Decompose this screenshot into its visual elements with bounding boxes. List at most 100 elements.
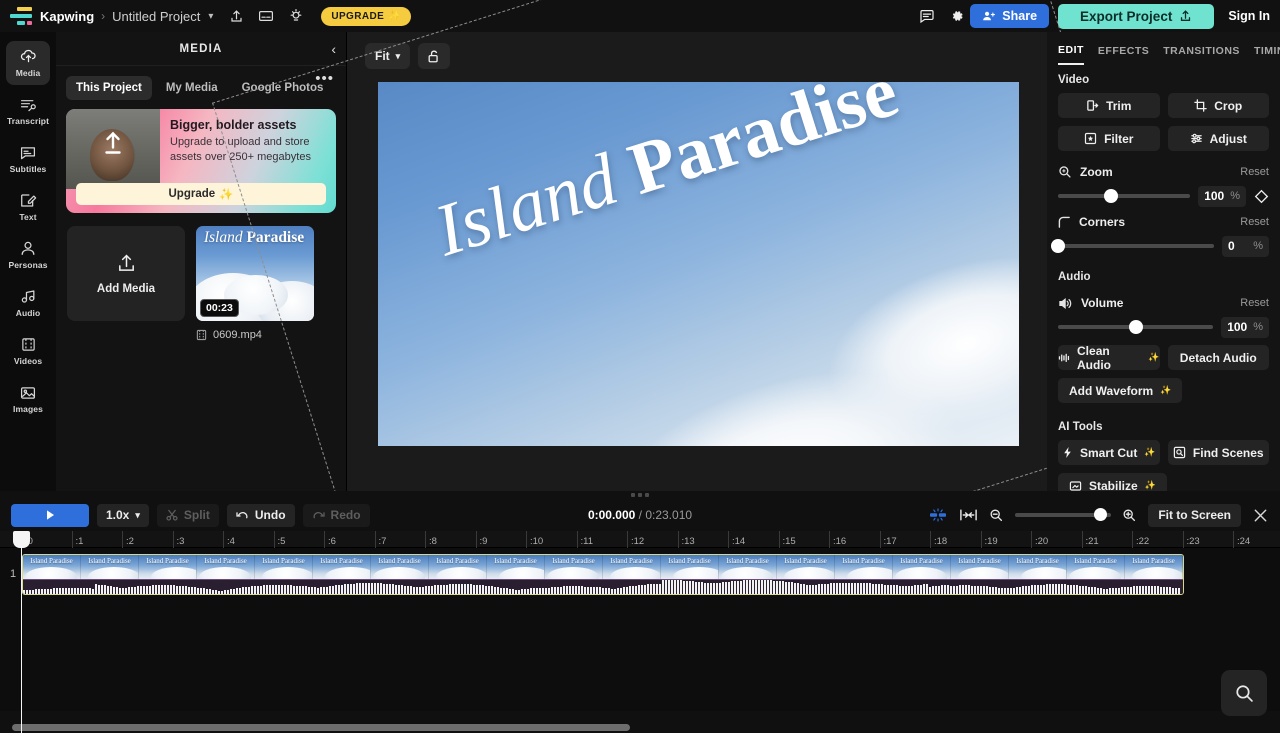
waveform-bar bbox=[41, 589, 43, 594]
add-media-button[interactable]: Add Media bbox=[67, 226, 185, 321]
tab-transitions[interactable]: TRANSITIONS bbox=[1163, 45, 1240, 64]
add-waveform-button[interactable]: Add Waveform ✨ bbox=[1058, 378, 1182, 403]
promo-body: Upgrade to upload and store assets over … bbox=[170, 135, 326, 164]
timeline-ruler[interactable]: :0:1:2:3:4:5:6:7:8:9:10:11:12:13:14:15:1… bbox=[0, 531, 1280, 548]
search-fab-button[interactable] bbox=[1221, 670, 1267, 716]
collapse-panel-chevron-icon[interactable]: ‹ bbox=[331, 41, 336, 57]
lock-toggle-button[interactable] bbox=[418, 43, 450, 69]
sidebar-item-media[interactable]: Media bbox=[6, 41, 50, 85]
sidebar-item-transcript[interactable]: Transcript bbox=[6, 89, 50, 133]
fit-selection-icon[interactable] bbox=[959, 508, 978, 522]
trim-button[interactable]: Trim bbox=[1058, 93, 1160, 118]
filter-button[interactable]: Filter bbox=[1058, 126, 1160, 151]
comments-icon[interactable] bbox=[914, 3, 940, 29]
zoom-slider[interactable] bbox=[1058, 194, 1190, 198]
settings-gear-icon[interactable] bbox=[944, 3, 970, 29]
zoom-fit-dropdown[interactable]: Fit ▾ bbox=[365, 43, 410, 69]
waveform-bar bbox=[26, 590, 28, 594]
playhead-handle[interactable] bbox=[13, 531, 30, 548]
scrollbar-thumb[interactable] bbox=[12, 724, 630, 731]
promo-upgrade-button[interactable]: Upgrade ✨ bbox=[76, 183, 326, 205]
waveform-bar bbox=[989, 587, 991, 594]
magnet-snap-icon[interactable] bbox=[928, 507, 948, 523]
adjust-button[interactable]: Adjust bbox=[1168, 126, 1270, 151]
sidebar-item-label: Images bbox=[13, 404, 43, 414]
brand-name[interactable]: Kapwing bbox=[40, 9, 94, 24]
zoom-value-input[interactable]: 100 % bbox=[1198, 186, 1246, 207]
fit-to-screen-label: Fit to Screen bbox=[1158, 508, 1231, 522]
play-button[interactable] bbox=[11, 504, 89, 527]
ruler-tick: :18 bbox=[930, 531, 947, 548]
captions-icon[interactable] bbox=[253, 3, 279, 29]
volume-value-input[interactable]: 100 % bbox=[1221, 317, 1269, 338]
smart-cut-button[interactable]: Smart Cut ✨ bbox=[1058, 440, 1160, 465]
waveform-bar bbox=[197, 588, 199, 594]
zoom-out-icon[interactable] bbox=[989, 508, 1004, 523]
upgrade-badge-button[interactable]: UPGRADE ✨ bbox=[321, 7, 411, 26]
video-layer[interactable]: Island Paradise bbox=[378, 82, 1019, 446]
zoom-in-icon[interactable] bbox=[1122, 508, 1137, 523]
sidebar-item-images[interactable]: Images bbox=[6, 377, 50, 421]
media-asset-item[interactable]: Island Paradise 00:23 0609.mp4 bbox=[196, 226, 314, 341]
video-canvas[interactable]: Island Paradise bbox=[378, 82, 1019, 446]
timeline-zoom-slider[interactable] bbox=[1015, 513, 1111, 517]
close-icon[interactable] bbox=[1252, 507, 1269, 524]
corners-reset-button[interactable]: Reset bbox=[1240, 216, 1269, 228]
find-scenes-button[interactable]: Find Scenes bbox=[1168, 440, 1270, 465]
sidebar-item-personas[interactable]: Personas bbox=[6, 233, 50, 277]
undo-button[interactable]: Undo bbox=[227, 504, 295, 527]
upgrade-promo-card[interactable]: Bigger, bolder assets Upgrade to upload … bbox=[66, 109, 336, 213]
keyframe-diamond-icon[interactable] bbox=[1254, 189, 1269, 204]
playback-speed-dropdown[interactable]: 1.0x ▾ bbox=[97, 504, 149, 527]
share-upload-icon[interactable] bbox=[223, 3, 249, 29]
sidebar-item-text[interactable]: Text bbox=[6, 185, 50, 229]
project-name[interactable]: Untitled Project bbox=[112, 9, 200, 24]
waveform-bar bbox=[359, 583, 361, 594]
waveform-bar bbox=[71, 588, 73, 594]
corners-slider[interactable] bbox=[1058, 244, 1214, 248]
sign-in-button[interactable]: Sign In bbox=[1228, 9, 1270, 23]
properties-panel: EDIT EFFECTS TRANSITIONS TIMING Video Tr… bbox=[1047, 32, 1280, 491]
zoom-reset-button[interactable]: Reset bbox=[1240, 166, 1269, 178]
split-button[interactable]: Split bbox=[157, 504, 219, 527]
waveform-bar bbox=[1040, 585, 1042, 594]
sidebar-item-label: Personas bbox=[8, 260, 47, 270]
volume-slider[interactable] bbox=[1058, 325, 1213, 329]
idea-bulb-icon[interactable] bbox=[283, 3, 309, 29]
media-overflow-menu-icon[interactable]: ••• bbox=[315, 70, 334, 87]
timeline-clip[interactable]: Island ParadiseIsland ParadiseIsland Par… bbox=[22, 554, 1184, 595]
fit-to-screen-button[interactable]: Fit to Screen bbox=[1148, 504, 1241, 527]
redo-button[interactable]: Redo bbox=[303, 504, 370, 527]
kapwing-logo-icon[interactable] bbox=[10, 7, 32, 25]
sidebar-item-label: Media bbox=[16, 68, 41, 78]
timeline-resize-handle[interactable] bbox=[631, 493, 649, 497]
tab-this-project[interactable]: This Project bbox=[66, 76, 152, 100]
tab-edit[interactable]: EDIT bbox=[1058, 44, 1084, 65]
sidebar-item-audio[interactable]: Audio bbox=[6, 281, 50, 325]
ruler-tick: :22 bbox=[1132, 531, 1149, 548]
corners-value-input[interactable]: 0 % bbox=[1222, 236, 1269, 257]
waveform-bar bbox=[284, 585, 286, 594]
filmstrip-frame: Island Paradise bbox=[545, 555, 603, 581]
timeline-horizontal-scrollbar[interactable] bbox=[0, 723, 1280, 732]
audio-section-label: Audio bbox=[1047, 259, 1280, 290]
crop-button[interactable]: Crop bbox=[1168, 93, 1270, 118]
media-asset-thumbnail[interactable]: Island Paradise 00:23 bbox=[196, 226, 314, 321]
tab-effects[interactable]: EFFECTS bbox=[1098, 45, 1149, 64]
waveform-bar bbox=[446, 585, 448, 595]
export-project-button[interactable]: Export Project bbox=[1058, 4, 1214, 29]
clean-audio-button[interactable]: Clean Audio ✨ bbox=[1058, 345, 1160, 370]
share-button[interactable]: Share bbox=[970, 4, 1049, 28]
playhead[interactable] bbox=[21, 531, 22, 733]
detach-audio-button[interactable]: Detach Audio bbox=[1168, 345, 1270, 370]
chevron-down-icon[interactable]: ▾ bbox=[208, 11, 213, 22]
waveform-bar bbox=[1121, 587, 1123, 594]
ruler-tick-label: :20 bbox=[1035, 536, 1048, 547]
ai-tools-section-label: AI Tools bbox=[1047, 411, 1280, 440]
sidebar-item-videos[interactable]: Videos bbox=[6, 329, 50, 373]
tab-my-media[interactable]: My Media bbox=[156, 76, 228, 100]
sidebar-item-subtitles[interactable]: Subtitles bbox=[6, 137, 50, 181]
ruler-tick-label: :4 bbox=[227, 536, 235, 547]
volume-reset-button[interactable]: Reset bbox=[1240, 297, 1269, 309]
tab-timing[interactable]: TIMING bbox=[1254, 45, 1280, 64]
